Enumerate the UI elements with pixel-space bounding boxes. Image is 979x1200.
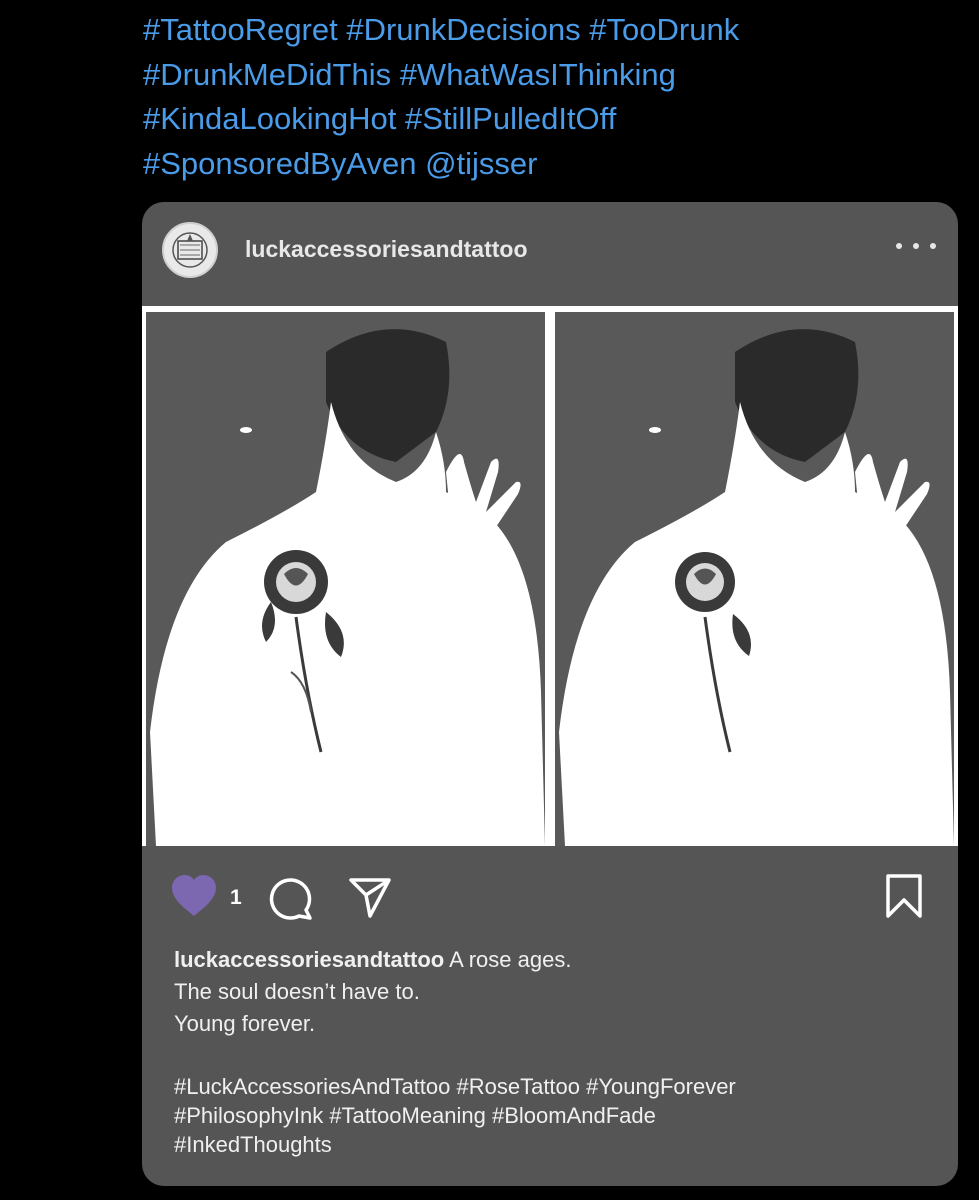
- post-username[interactable]: luckaccessoriesandtattoo: [245, 236, 528, 263]
- comment-icon[interactable]: [266, 876, 314, 920]
- tweet-hashtags: #TattooRegret #DrunkDecisions #TooDrunk …: [143, 8, 943, 186]
- more-options-button[interactable]: [896, 236, 936, 256]
- caption-text: A rose ages.: [449, 947, 572, 972]
- tattoo-photo-right: [555, 312, 954, 846]
- more-options-icon: [913, 243, 919, 249]
- shop-logo-icon: [172, 232, 208, 268]
- bookmark-icon[interactable]: [884, 874, 924, 918]
- more-options-icon: [896, 243, 902, 249]
- post-media[interactable]: [142, 306, 958, 846]
- avatar[interactable]: [162, 222, 218, 278]
- post-caption: luckaccessoriesandtattoo A rose ages. Th…: [174, 944, 934, 1159]
- heart-icon[interactable]: [170, 874, 218, 918]
- more-options-icon: [930, 243, 936, 249]
- share-icon[interactable]: [348, 876, 392, 920]
- instagram-post-card: luckaccessoriesandtattoo 1 luckaccessori…: [142, 202, 958, 1186]
- hashtag-line[interactable]: #KindaLookingHot #StillPulledItOff: [143, 97, 943, 142]
- tattoo-photo-image: [146, 312, 545, 846]
- like-count: 1: [230, 886, 242, 909]
- caption-text: Young forever.: [174, 1011, 316, 1036]
- tattoo-photo-left: [146, 312, 545, 846]
- hashtag-line[interactable]: #DrunkMeDidThis #WhatWasIThinking: [143, 53, 943, 98]
- post-actions: 1: [142, 874, 958, 922]
- caption-hashtags[interactable]: #PhilosophyInk #TattooMeaning #BloomAndF…: [174, 1101, 934, 1130]
- tattoo-photo-image: [555, 312, 954, 846]
- hashtag-line[interactable]: #SponsoredByAven @tijsser: [143, 142, 943, 187]
- caption-username[interactable]: luckaccessoriesandtattoo: [174, 947, 444, 972]
- caption-text: The soul doesn’t have to.: [174, 979, 420, 1004]
- hashtag-line[interactable]: #TattooRegret #DrunkDecisions #TooDrunk: [143, 8, 943, 53]
- caption-hashtags[interactable]: #InkedThoughts: [174, 1130, 934, 1159]
- caption-hashtags[interactable]: #LuckAccessoriesAndTattoo #RoseTattoo #Y…: [174, 1072, 934, 1101]
